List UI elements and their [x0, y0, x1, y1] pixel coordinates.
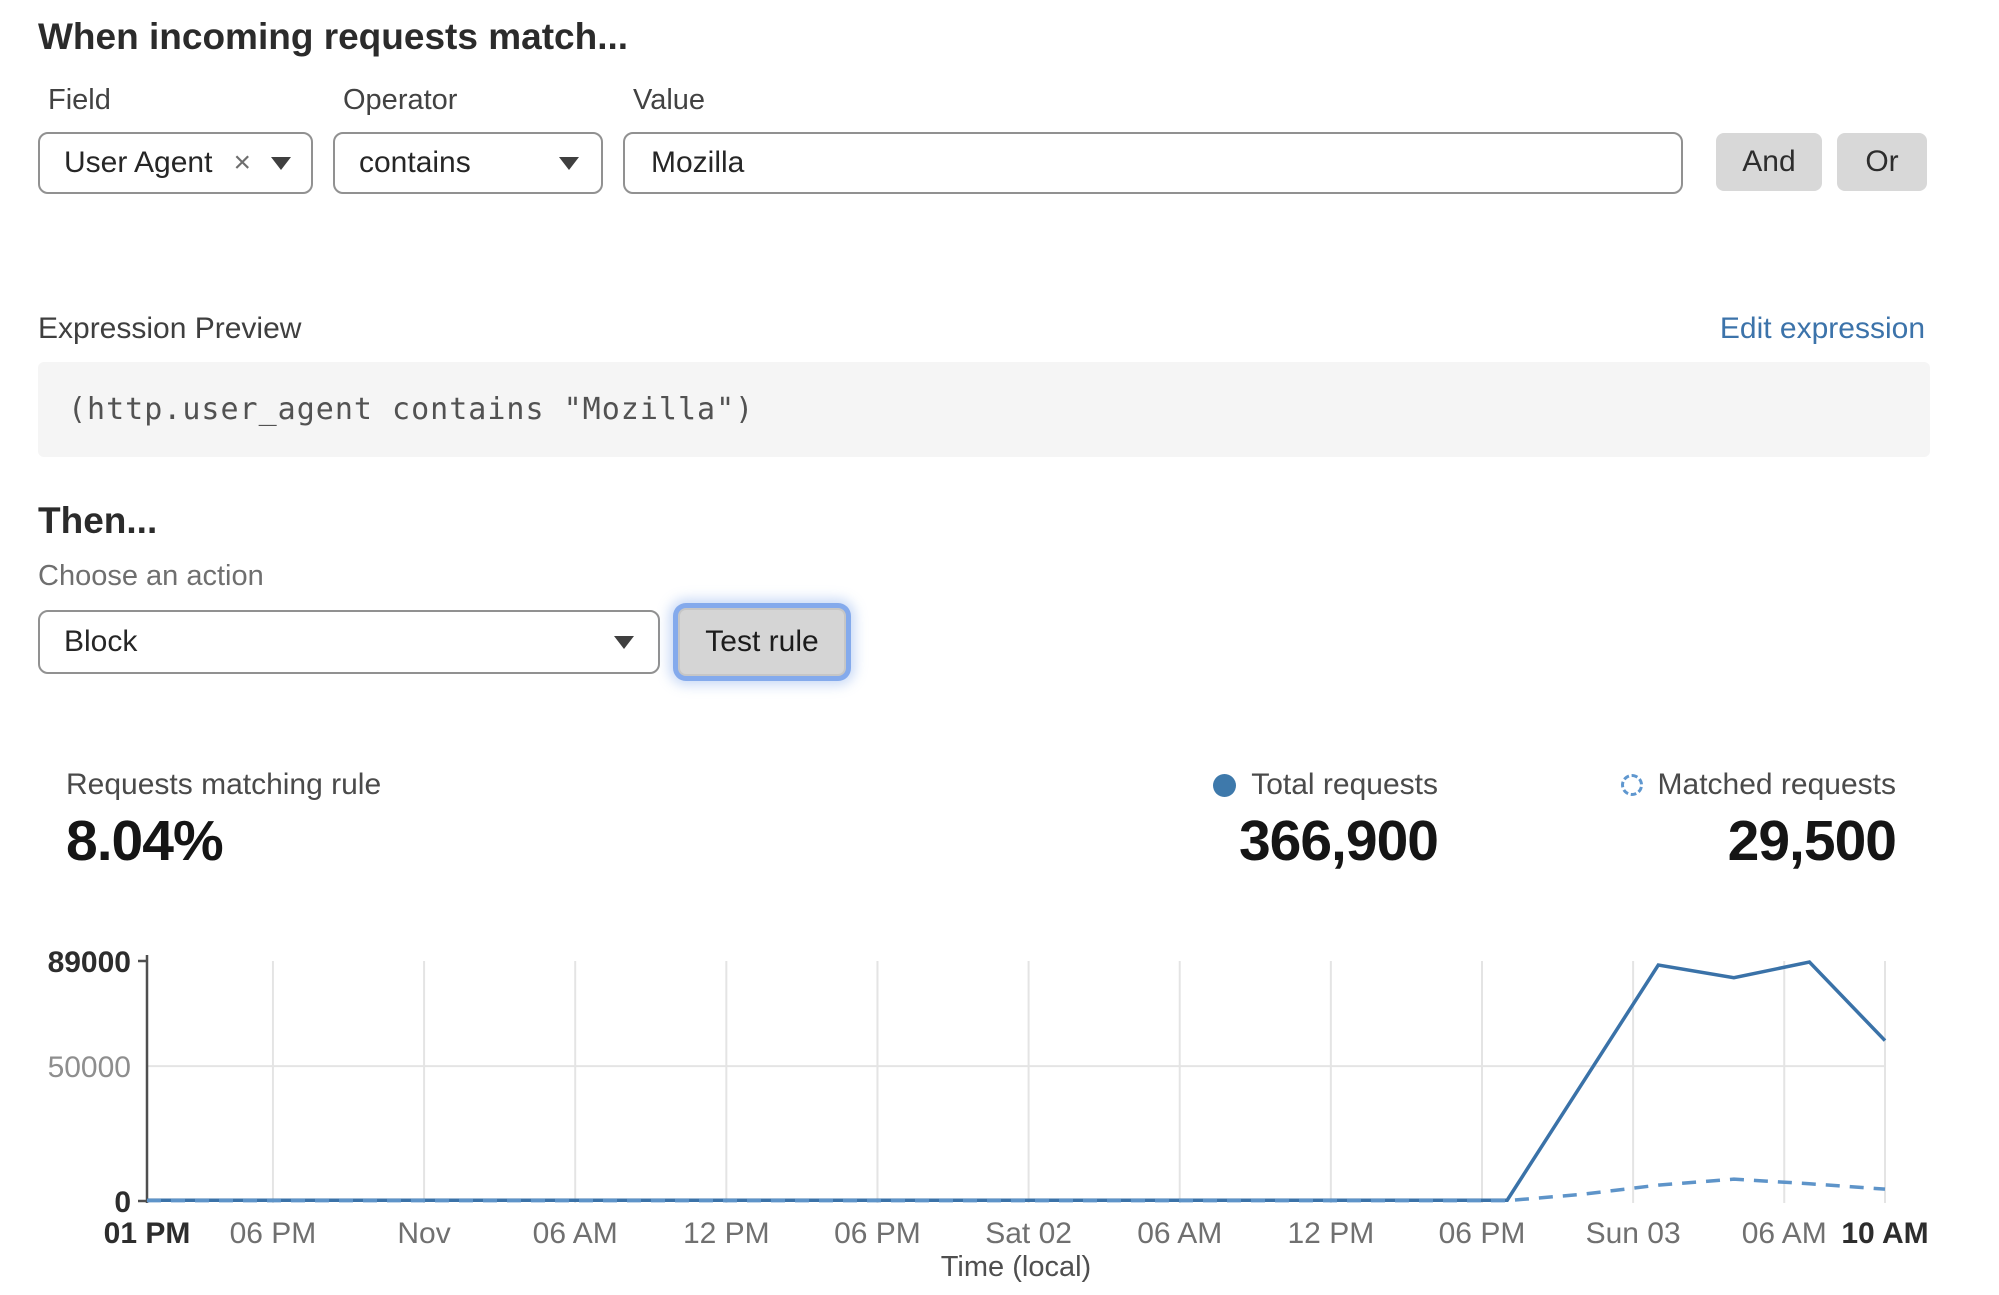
operator-label: Operator — [343, 84, 457, 117]
stat-matched-value: 29,500 — [1728, 808, 1896, 874]
series-line-dashed — [147, 1179, 1885, 1201]
x-tick-label: 12 PM — [683, 1217, 770, 1250]
expression-code-box: (http.user_agent contains "Mozilla") — [38, 362, 1930, 457]
value-label: Value — [633, 84, 705, 117]
action-select[interactable]: Block — [38, 610, 660, 674]
field-select[interactable]: User Agent × — [38, 132, 313, 194]
series-line-solid — [147, 962, 1885, 1200]
stat-requests-matching: Requests matching rule 8.04% — [66, 768, 381, 874]
total-requests-legend-dot-icon — [1213, 774, 1236, 797]
y-tick-label: 89000 — [48, 946, 131, 979]
operator-select[interactable]: contains — [333, 132, 603, 194]
expression-code: (http.user_agent contains "Mozilla") — [68, 392, 754, 427]
value-input[interactable] — [623, 132, 1683, 194]
test-rule-button[interactable]: Test rule — [678, 608, 846, 676]
chevron-down-icon — [559, 157, 579, 170]
x-tick-label: 10 AM — [1841, 1217, 1928, 1250]
stat-total-label: Total requests — [1251, 768, 1438, 802]
x-tick-label: 12 PM — [1287, 1217, 1374, 1250]
edit-expression-link[interactable]: Edit expression — [1720, 312, 1925, 346]
y-tick-label: 50000 — [48, 1051, 131, 1084]
x-tick-label: Nov — [397, 1217, 450, 1250]
y-tick-label: 0 — [114, 1186, 131, 1219]
clear-field-icon[interactable]: × — [233, 148, 251, 178]
x-tick-label: 01 PM — [104, 1217, 191, 1250]
or-button[interactable]: Or — [1837, 133, 1927, 191]
stat-matched-requests: Matched requests 29,500 — [1621, 768, 1896, 874]
stat-matched-label: Matched requests — [1658, 768, 1896, 802]
expression-preview-label: Expression Preview — [38, 312, 301, 346]
chevron-down-icon — [614, 636, 634, 649]
stat-matching-label: Requests matching rule — [66, 768, 381, 802]
x-tick-label: 06 PM — [1439, 1217, 1526, 1250]
field-select-value: User Agent — [64, 146, 212, 180]
x-tick-label: 06 PM — [834, 1217, 921, 1250]
x-tick-label: Sun 03 — [1586, 1217, 1681, 1250]
x-tick-label: 06 AM — [533, 1217, 618, 1250]
operator-select-value: contains — [359, 146, 471, 180]
x-tick-label: 06 AM — [1742, 1217, 1827, 1250]
x-tick-label: 06 AM — [1137, 1217, 1222, 1250]
stat-matching-value: 8.04% — [66, 808, 381, 874]
and-button[interactable]: And — [1716, 133, 1822, 191]
x-tick-label: 06 PM — [230, 1217, 317, 1250]
field-label: Field — [48, 84, 111, 117]
stat-total-requests: Total requests 366,900 — [1213, 768, 1438, 874]
x-tick-label: Sat 02 — [985, 1217, 1072, 1250]
matched-requests-legend-dashed-circle-icon — [1621, 774, 1643, 796]
x-axis-title: Time (local) — [941, 1251, 1091, 1283]
then-title: Then... — [38, 500, 157, 542]
chevron-down-icon — [271, 157, 291, 170]
action-select-value: Block — [64, 625, 137, 659]
stat-total-value: 366,900 — [1239, 808, 1438, 874]
page-title: When incoming requests match... — [38, 16, 628, 58]
choose-action-label: Choose an action — [38, 560, 264, 593]
